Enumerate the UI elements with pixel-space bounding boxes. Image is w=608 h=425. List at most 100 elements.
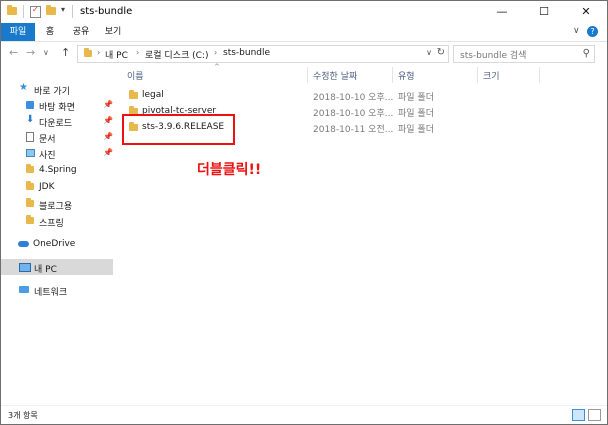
sidebar-item-label: 바로 가기 (34, 87, 70, 97)
breadcrumb-this-pc[interactable]: 내 PC (105, 48, 128, 61)
sidebar-item-label: 다운로드 (39, 119, 73, 129)
file-modified: 2018-10-11 오전... (313, 125, 394, 135)
folder-icon (26, 181, 34, 190)
refresh-icon[interactable]: ↻ (437, 47, 445, 58)
file-row[interactable]: legal 2018-10-10 오후... 파일 폴더 (119, 88, 599, 104)
sidebar-item-this-pc[interactable]: 내 PC (1, 259, 113, 275)
network-icon (19, 286, 29, 293)
star-icon: ★ (19, 82, 28, 93)
tab-home[interactable]: 홈 (35, 23, 65, 41)
file-type: 파일 폴더 (398, 109, 434, 119)
sidebar-item-label: 블로그용 (39, 202, 73, 212)
desktop-icon (26, 101, 34, 109)
tab-file[interactable]: 파일 (1, 23, 35, 41)
close-button[interactable]: ✕ (565, 1, 607, 23)
forward-button[interactable]: → (26, 46, 35, 59)
sidebar-item-jdk[interactable]: JDK (1, 179, 113, 195)
sidebar-item-label: OneDrive (33, 239, 76, 249)
download-icon: ⬇ (26, 114, 35, 125)
recent-locations-button[interactable]: ∨ (43, 48, 49, 57)
address-bar[interactable]: › 내 PC › 로컬 디스크 (C:) › sts-bundle ∨ ↻ (77, 45, 449, 63)
large-icons-view-icon[interactable] (588, 409, 601, 421)
up-button[interactable]: ↑ (61, 46, 70, 59)
properties-icon[interactable]: ✓ (30, 5, 41, 18)
sidebar-item-quick-access[interactable]: ★ 바로 가기 (1, 81, 113, 97)
breadcrumb-separator: › (97, 48, 101, 57)
sort-ascending-icon: ^ (214, 63, 220, 71)
column-divider[interactable] (477, 67, 478, 83)
breadcrumb-local-disk[interactable]: 로컬 디스크 (C:) (145, 48, 208, 61)
column-divider[interactable] (392, 67, 393, 83)
divider (72, 5, 73, 18)
file-modified: 2018-10-10 오후... (313, 109, 394, 119)
tab-share[interactable]: 공유 (65, 23, 97, 41)
ribbon-expand-icon[interactable]: ∨ (573, 26, 580, 36)
folder-icon (26, 198, 34, 207)
navigation-pane: ★ 바로 가기 바탕 화면 📌 ⬇ 다운로드 📌 문서 📌 사진 📌 4.Spr… (1, 69, 113, 399)
folder-icon (26, 215, 34, 224)
folder-icon (129, 90, 138, 99)
annotation-text: 더블클릭!! (197, 162, 262, 178)
item-count: 3개 항목 (8, 411, 38, 420)
column-divider[interactable] (307, 67, 308, 83)
highlight-box (122, 114, 235, 145)
document-icon (26, 132, 34, 142)
quick-access-dropdown-icon[interactable]: ▾ (61, 5, 65, 14)
file-name: legal (142, 90, 164, 100)
sidebar-item-pictures[interactable]: 사진 📌 (1, 145, 113, 161)
breadcrumb-sts-bundle[interactable]: sts-bundle (223, 48, 270, 58)
search-box[interactable]: sts-bundle 검색 ⚲ (453, 45, 595, 63)
folder-icon (7, 5, 17, 15)
sidebar-item-documents[interactable]: 문서 📌 (1, 129, 113, 145)
pin-icon[interactable]: 📌 (103, 116, 113, 125)
column-header-type[interactable]: 유형 (398, 69, 415, 82)
column-header-modified[interactable]: 수정한 날짜 (313, 69, 357, 82)
column-header-name[interactable]: 이름 (127, 69, 144, 82)
file-type: 파일 폴더 (398, 125, 434, 135)
column-header-size[interactable]: 크기 (483, 69, 500, 82)
sidebar-item-spring[interactable]: 스프링 (1, 213, 113, 229)
explorer-window: ✓ ▾ sts-bundle — ☐ ✕ 파일 홈 공유 보기 ∨ ? ← → … (0, 0, 608, 425)
title-bar: ✓ ▾ sts-bundle — ☐ ✕ (1, 1, 607, 23)
sidebar-item-label: 사진 (39, 151, 56, 161)
sidebar-item-desktop[interactable]: 바탕 화면 📌 (1, 97, 113, 113)
back-button[interactable]: ← (9, 46, 18, 59)
ribbon-tabs: 파일 홈 공유 보기 ∨ ? (1, 23, 607, 42)
search-icon: ⚲ (582, 48, 590, 59)
sidebar-item-label: 바탕 화면 (39, 103, 75, 113)
search-input[interactable]: sts-bundle 검색 (460, 48, 526, 61)
maximize-button[interactable]: ☐ (523, 1, 565, 23)
breadcrumb-separator: › (136, 48, 140, 57)
sidebar-item-label: 스프링 (39, 219, 64, 229)
sidebar-item-network[interactable]: 네트워크 (1, 282, 113, 298)
sidebar-item-label: JDK (39, 182, 55, 192)
sidebar-item-label: 네트워크 (34, 288, 68, 298)
details-view-icon[interactable] (572, 409, 585, 421)
sidebar-item-blog[interactable]: 블로그용 (1, 196, 113, 212)
status-bar: 3개 항목 (1, 405, 607, 424)
picture-icon (26, 149, 35, 157)
folder-icon (84, 48, 92, 57)
column-divider[interactable] (539, 67, 540, 83)
breadcrumb-separator: › (214, 48, 218, 57)
new-folder-icon[interactable] (46, 5, 56, 15)
sidebar-item-onedrive[interactable]: OneDrive (1, 236, 113, 252)
divider (23, 5, 24, 18)
sidebar-item-4spring[interactable]: 4.Spring (1, 162, 113, 178)
pin-icon[interactable]: 📌 (103, 148, 113, 157)
computer-icon (19, 263, 31, 272)
file-modified: 2018-10-10 오후... (313, 93, 394, 103)
folder-icon (26, 164, 34, 173)
sidebar-item-label: 4.Spring (39, 165, 77, 175)
navigation-bar: ← → ∨ ↑ › 내 PC › 로컬 디스크 (C:) › sts-bundl… (1, 42, 607, 64)
address-dropdown-icon[interactable]: ∨ (426, 48, 432, 57)
sidebar-item-downloads[interactable]: ⬇ 다운로드 📌 (1, 113, 113, 129)
pin-icon[interactable]: 📌 (103, 100, 113, 109)
file-type: 파일 폴더 (398, 93, 434, 103)
pin-icon[interactable]: 📌 (103, 132, 113, 141)
help-icon[interactable]: ? (587, 26, 598, 37)
minimize-button[interactable]: — (481, 1, 523, 23)
tab-view[interactable]: 보기 (97, 23, 129, 41)
window-title: sts-bundle (80, 6, 133, 17)
sidebar-item-label: 내 PC (34, 265, 57, 275)
